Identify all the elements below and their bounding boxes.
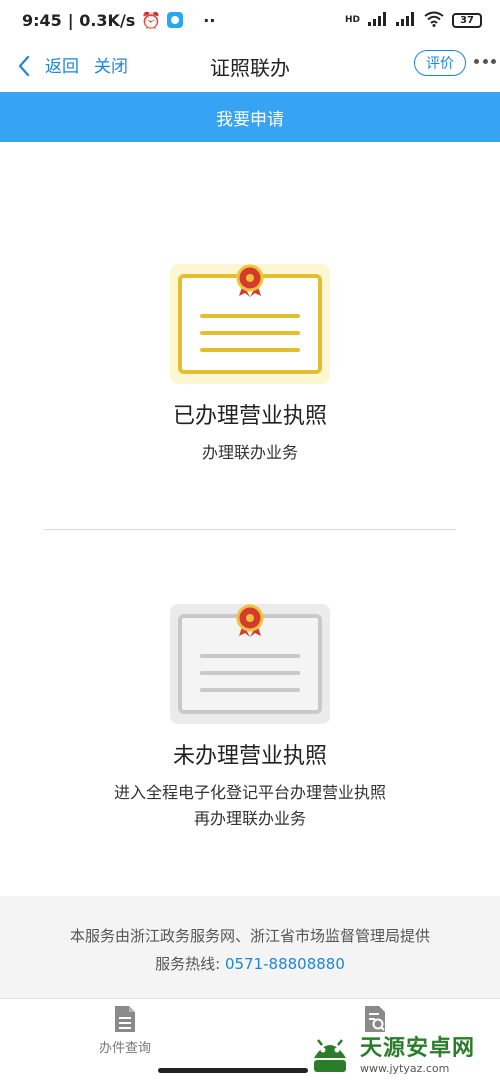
hd-label: HD [344,15,360,25]
option-licensed-subtitle: 办理联办业务 [201,443,298,462]
status-bar: 9:45 | 0.3K/s ⏰ ·· HD 37 [0,0,500,40]
home-indicator[interactable] [158,1068,308,1073]
back-button[interactable]: 返回 [45,52,79,77]
app-notification-icon [167,12,184,28]
hotline-number-link[interactable]: 0571-88808880 [225,955,345,973]
status-time: 9:45 [22,10,62,30]
option-licensed[interactable]: 已办理营业执照 办理联办业务 [0,262,500,466]
android-logo-icon [314,1039,346,1072]
cell-signal-icon [368,11,388,29]
cell-signal-icon-2 [396,11,416,29]
battery-icon: 37 [452,12,482,28]
wifi-icon [424,11,444,30]
certificate-inactive-icon [170,604,330,724]
nav-bar: 返回 关闭 证照联办 评价 [0,40,500,92]
status-net-speed: | 0.3K/s [67,10,136,30]
option-unlicensed-title: 未办理营业执照 [172,744,327,769]
rate-button[interactable]: 评价 [414,50,466,76]
service-info: 本服务由浙江政务服务网、浙江省市场监督管理局提供 服务热线: 0571-8880… [0,896,500,998]
option-unlicensed[interactable]: 未办理营业执照 进入全程电子化登记平台办理营业执照再办理联办业务 [0,602,500,831]
document-icon [115,1006,135,1032]
divider [44,529,456,530]
more-options-icon[interactable] [474,54,496,68]
hotline-row: 服务热线: 0571-88808880 [0,950,500,978]
option-unlicensed-subtitle: 进入全程电子化登记平台办理营业执照再办理联办业务 [113,783,386,828]
close-button[interactable]: 关闭 [94,52,128,77]
watermark-cn: 天源安卓网 [360,1035,476,1061]
tab-case-query[interactable]: 办件查询 [65,1005,185,1056]
certificate-active-icon [170,264,330,384]
back-arrow-icon[interactable] [12,52,38,80]
watermark: 天源安卓网 www.jytyaz.com [306,1024,500,1080]
hotline-label: 服务热线: [155,955,221,973]
provider-text: 本服务由浙江政务服务网、浙江省市场监督管理局提供 [69,927,430,945]
status-more-dots: ·· [203,10,216,30]
alarm-icon: ⏰ [141,10,162,30]
watermark-en: www.jytyaz.com [360,1061,450,1075]
tab-case-query-label: 办件查询 [98,1041,151,1056]
apply-button[interactable]: 我要申请 [0,92,500,142]
option-licensed-title: 已办理营业执照 [172,404,327,429]
